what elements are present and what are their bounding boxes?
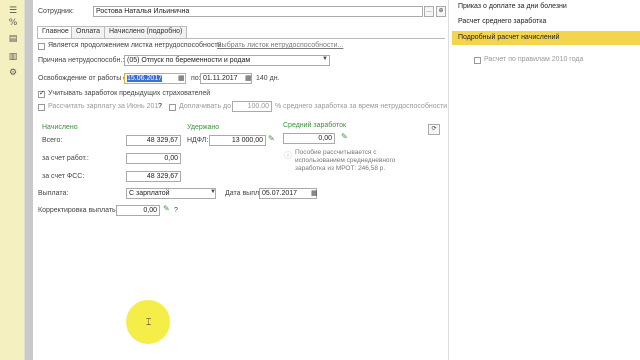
open-link-icon[interactable]: ⊕ [436, 6, 446, 17]
chevron-down-icon[interactable]: ▼ [210, 189, 216, 195]
percent-icon[interactable]: % [8, 18, 18, 28]
calendar-icon[interactable]: ▦ [178, 74, 185, 82]
chevron-down-icon[interactable]: ▼ [322, 56, 328, 62]
calc-2010-checkbox[interactable] [474, 57, 481, 64]
calc-2010-label: Расчет по правилам 2010 года [484, 56, 584, 63]
date-from-field[interactable]: 15.06.2017 [124, 73, 186, 84]
extra-pay-suffix: % среднего заработка за время нетрудоспо… [275, 103, 448, 110]
employer-label: за счет работ.: [42, 155, 89, 162]
edit-icon[interactable]: ✎ [163, 204, 170, 213]
payout-select[interactable]: С зарплатой [126, 188, 216, 199]
refresh-button[interactable]: ⟳ [428, 124, 440, 135]
correction-field[interactable]: 0,00 [116, 205, 160, 216]
help-icon[interactable]: ? [174, 207, 178, 214]
help-icon[interactable]: ? [158, 103, 162, 110]
extra-pay-label: Доплачивать до [179, 103, 232, 110]
continuation-label: Является продолжением листка нетрудоспос… [48, 42, 224, 49]
edit-icon[interactable]: ✎ [341, 132, 348, 141]
ndfl-label: НДФЛ: [187, 137, 209, 144]
menu-item-avg-earnings-calc[interactable]: Расчет среднего заработка [452, 15, 640, 29]
calendar-icon[interactable]: ▦ [245, 74, 252, 82]
info-icon: ⓘ [284, 151, 292, 160]
employee-field[interactable]: Ростова Наталья Ильинична [93, 6, 423, 17]
continuation-checkbox[interactable] [38, 43, 45, 50]
total-field[interactable]: 48 329,67 [126, 135, 181, 146]
reason-select[interactable]: (05) Отпуск по беременности и родам [124, 55, 330, 66]
extra-pay-field[interactable]: 100.00 [232, 101, 272, 112]
extra-pay-checkbox[interactable] [169, 104, 176, 111]
tab-divider [37, 38, 445, 39]
tab-accrued-detailed[interactable]: Начислено (подробно) [104, 26, 188, 38]
section-sidebar: ☰ % ▤ ▥ ⚙ [0, 0, 25, 360]
avg-earnings-field[interactable]: 0,00 [283, 133, 335, 144]
select-button[interactable]: … [424, 6, 434, 17]
withheld-header: Удержано [187, 124, 220, 131]
gear-icon[interactable]: ⚙ [8, 68, 18, 78]
report-icon[interactable]: ▥ [8, 52, 18, 62]
ndfl-field[interactable]: 13 000,00 [209, 135, 266, 146]
docs-icon[interactable]: ▤ [8, 34, 18, 44]
reason-label: Причина нетрудоспособн.: [38, 57, 125, 64]
select-sheet-link[interactable]: Выбрать листок нетрудоспособности... [217, 42, 343, 49]
menu-item-detailed-calc[interactable]: Подробный расчет начислений [452, 31, 640, 45]
accrued-header: Начислено [42, 124, 78, 131]
days-count: 140 дн. [256, 75, 280, 82]
tab-payment[interactable]: Оплата [71, 26, 106, 38]
prev-insurers-checkbox[interactable] [38, 89, 45, 98]
avg-earnings-header: Средний заработок [283, 122, 347, 129]
list-icon[interactable]: ☰ [8, 6, 18, 16]
employer-field[interactable]: 0,00 [126, 153, 181, 164]
right-panel [449, 0, 640, 360]
total-label: Всего: [42, 137, 63, 144]
calendar-icon[interactable]: ▦ [311, 189, 318, 197]
mouse-cursor-icon: ⌶ [146, 318, 152, 328]
avg-note: Пособие рассчитывается с использованием … [295, 149, 396, 172]
payout-label: Выплата: [38, 190, 69, 197]
correction-label: Корректировка выплаты: [38, 207, 120, 214]
sick-leave-form [33, 0, 449, 360]
prev-insurers-label: Учитывать заработок предыдущих страховат… [48, 90, 211, 97]
calc-june-label: Рассчитать зарплату за Июнь 2017 [48, 103, 163, 110]
fss-field[interactable]: 48 329,67 [126, 171, 181, 182]
edit-icon[interactable]: ✎ [268, 134, 275, 143]
fss-label: за счет ФСС: [42, 173, 85, 180]
calc-june-checkbox[interactable] [38, 104, 45, 111]
employee-label: Сотрудник: [38, 8, 74, 15]
payout-date-field[interactable]: 05.07.2017 [259, 188, 317, 199]
release-label: Освобождение от работы с: [38, 75, 129, 82]
menu-item-sick-pay-order[interactable]: Приказ о доплате за дни болезни [452, 0, 640, 14]
